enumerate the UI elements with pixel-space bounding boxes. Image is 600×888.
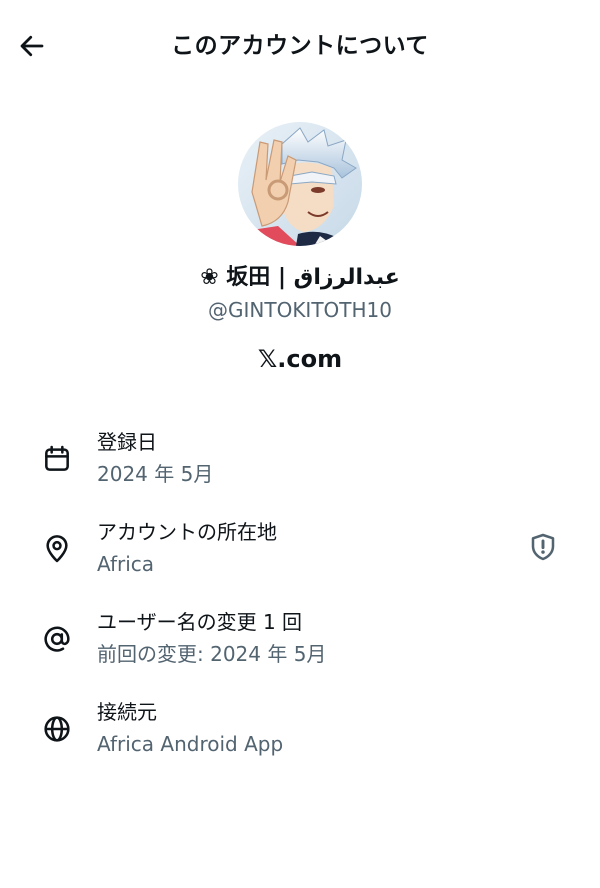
connected-via-label: 接続元	[97, 700, 157, 724]
location-pin-icon	[38, 530, 76, 568]
joined-label: 登録日	[97, 430, 157, 454]
verified-source: 𝕏.com	[257, 345, 343, 373]
shield-alert-button[interactable]	[524, 528, 562, 566]
detail-row-location: アカウントの所在地 Africa	[0, 518, 600, 588]
globe-icon	[38, 710, 76, 748]
avatar[interactable]	[238, 122, 362, 246]
joined-value: 2024 年 5月	[97, 462, 214, 486]
connected-via-value: Africa Android App	[97, 732, 284, 756]
detail-row-username-changes: ユーザー名の変更 1 回 前回の変更: 2024 年 5月	[0, 608, 600, 678]
location-value: Africa	[97, 552, 155, 576]
username-changes-value: 前回の変更: 2024 年 5月	[97, 642, 327, 666]
avatar-image	[238, 122, 362, 246]
at-sign-icon	[38, 620, 76, 658]
username-changes-label: ユーザー名の変更 1 回	[97, 610, 303, 634]
calendar-icon	[38, 440, 76, 478]
display-name: ❀ 坂田 | عبدالرزاق	[200, 265, 400, 290]
top-bar: このアカウントについて	[0, 0, 600, 92]
page-title: このアカウントについて	[171, 33, 429, 59]
shield-alert-icon	[531, 533, 555, 561]
detail-row-joined: 登録日 2024 年 5月	[0, 428, 600, 498]
location-label: アカウントの所在地	[97, 520, 277, 544]
username-handle: @GINTOKITOTH10	[208, 298, 392, 322]
detail-row-connected-via: 接続元 Africa Android App	[0, 698, 600, 768]
